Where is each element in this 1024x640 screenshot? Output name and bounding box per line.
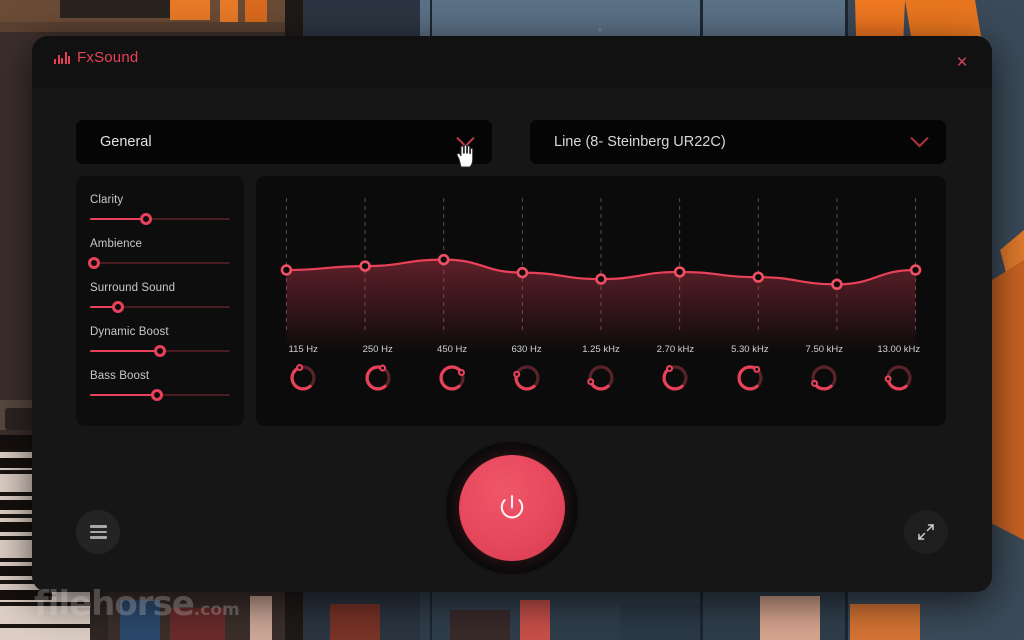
content-area: Clarity Ambience Surround Sound Dynamic Boo… (76, 176, 946, 426)
eq-band-node[interactable] (280, 264, 293, 276)
fxsound-window: FxSound × General Line (8- Steinberg UR2… (32, 36, 992, 592)
power-icon (500, 494, 524, 519)
slider-row: Ambience (88, 238, 230, 269)
eq-band-node[interactable] (909, 264, 922, 276)
slider-thumb[interactable] (88, 257, 101, 269)
chevron-down-icon (910, 128, 929, 147)
equalizer-bars-icon (54, 51, 70, 64)
power-button-ring (446, 442, 578, 574)
slider-fill (90, 218, 146, 220)
title-bar: FxSound × (32, 36, 992, 88)
slider-label: Surround Sound (90, 282, 176, 294)
eq-band-node[interactable] (831, 278, 843, 291)
slider-label: Clarity (90, 194, 124, 206)
slider-row: Surround Sound (90, 282, 230, 313)
device-dropdown[interactable]: Line (8- Steinberg UR22C) (530, 120, 946, 164)
eq-band-knob[interactable] (731, 358, 769, 396)
eq-band-knob[interactable] (284, 358, 322, 396)
eq-band-node[interactable] (437, 253, 450, 266)
slider-track[interactable] (88, 257, 230, 269)
equalizer-panel: 115 Hz 250 Hz 450 Hz 630 Hz 1.25 kHz 2.70 kHz… (256, 176, 946, 426)
eq-band-node[interactable] (516, 266, 529, 279)
eq-band-knob[interactable] (805, 358, 843, 396)
eq-band: 2.70 kHz (638, 344, 712, 396)
eq-band: 450 Hz (415, 344, 489, 396)
eq-band-label: 13.00 kHz (877, 344, 921, 355)
eq-band-knob[interactable] (656, 358, 694, 396)
preset-dropdown-value: General (100, 134, 152, 150)
eq-band: 630 Hz (489, 344, 563, 396)
eq-band: 115 Hz (266, 344, 340, 396)
slider-track[interactable] (90, 345, 230, 357)
eq-band-knob[interactable] (508, 358, 546, 396)
hamburger-menu-icon[interactable] (76, 510, 120, 554)
slider-fill (90, 350, 160, 352)
slider-row: Clarity (90, 194, 230, 225)
slider-thumb[interactable] (154, 345, 166, 357)
slider-track[interactable] (90, 389, 230, 401)
slider-fill (90, 394, 158, 396)
eq-band-node[interactable] (673, 266, 686, 278)
eq-band-label: 450 Hz (437, 344, 468, 355)
eq-band-label: 5.30 kHz (731, 344, 769, 355)
power-button[interactable] (459, 455, 565, 561)
eq-band-node[interactable] (359, 260, 371, 272)
slider-row: Bass Boost (90, 370, 230, 401)
eq-band-label: 630 Hz (511, 344, 542, 355)
slider-thumb[interactable] (112, 301, 124, 313)
eq-band-knob[interactable] (582, 358, 620, 396)
eq-band-label: 115 Hz (288, 344, 318, 355)
collapse-arrows-glyph (918, 524, 934, 540)
close-icon[interactable]: × (946, 46, 978, 78)
eq-band-node[interactable] (752, 271, 765, 283)
slider-thumb[interactable] (151, 389, 164, 401)
eq-band-knob[interactable] (359, 358, 397, 396)
effect-sliders-panel: Clarity Ambience Surround Sound Dynamic Boo… (76, 176, 244, 426)
eq-band-knob[interactable] (880, 358, 918, 396)
hamburger-lines (89, 522, 107, 541)
slider-thumb[interactable] (140, 213, 152, 225)
preset-dropdown[interactable]: General (76, 120, 492, 164)
slider-label: Bass Boost (90, 370, 150, 382)
eq-band: 250 Hz (340, 344, 414, 396)
eq-band-knob[interactable] (433, 358, 471, 396)
eq-band-node[interactable] (595, 273, 607, 285)
eq-band: 1.25 kHz (564, 344, 638, 396)
eq-band: 5.30 kHz (713, 344, 787, 396)
eq-response-curve[interactable] (256, 182, 946, 352)
eq-band-label: 250 Hz (362, 344, 393, 355)
slider-label: Ambience (90, 238, 142, 250)
app-title: FxSound (77, 49, 139, 66)
eq-band-label: 2.70 kHz (656, 344, 695, 355)
collapse-arrows-icon[interactable] (904, 510, 948, 554)
eq-band-label: 1.25 kHz (582, 344, 620, 355)
eq-band-knob-row: 115 Hz 250 Hz 450 Hz 630 Hz 1.25 kHz 2.70 kHz… (256, 344, 946, 396)
slider-track[interactable] (90, 301, 230, 313)
app-brand: FxSound (54, 49, 138, 66)
slider-label: Dynamic Boost (90, 326, 169, 338)
eq-band: 7.50 kHz (787, 344, 861, 396)
slider-row: Dynamic Boost (90, 326, 230, 357)
device-dropdown-value: Line (8- Steinberg UR22C) (554, 134, 726, 150)
eq-band-label: 7.50 kHz (805, 344, 844, 355)
chevron-down-icon (456, 128, 475, 147)
slider-track[interactable] (90, 213, 230, 225)
eq-band: 13.00 kHz (862, 344, 936, 396)
